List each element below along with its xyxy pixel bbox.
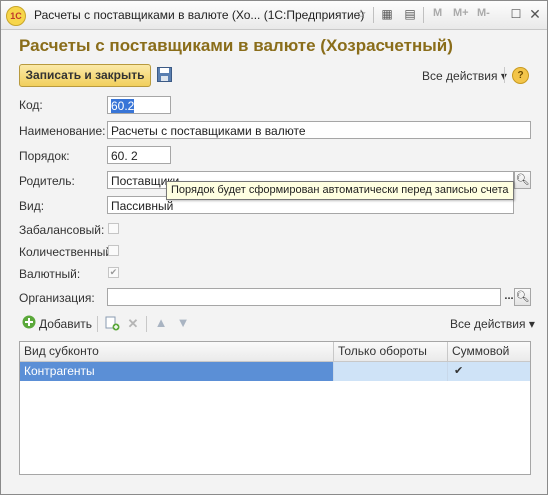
quantitative-label: Количественный:	[19, 245, 116, 259]
code-value: 60.2	[111, 99, 135, 113]
toolbar-divider	[97, 316, 98, 332]
organization-field[interactable]	[107, 288, 501, 306]
row-turnover-cell[interactable]	[334, 362, 448, 381]
name-label: Наименование:	[19, 124, 106, 138]
page-title: Расчеты с поставщиками в валюте (Хозрасч…	[19, 36, 453, 55]
form-content: Расчеты с поставщиками в валюте (Хозрасч…	[1, 30, 547, 494]
name-field[interactable]: Расчеты с поставщиками в валюте	[107, 121, 531, 139]
title-bar: 1С Расчеты с поставщиками в валюте (Хо..…	[1, 1, 547, 30]
toolbar-divider	[146, 316, 147, 332]
order-tooltip: Порядок будет сформирован автоматически …	[166, 181, 514, 200]
organization-search-button[interactable]: 🔍︎	[514, 288, 531, 306]
header-divider	[504, 67, 505, 83]
chevron-down-icon: ▾	[528, 317, 535, 331]
save-disk-icon[interactable]	[157, 67, 172, 82]
column-header-kind[interactable]: Вид субконто	[20, 342, 334, 361]
offbalance-checkbox[interactable]	[108, 223, 119, 234]
save-and-close-button[interactable]: Записать и закрыть	[19, 64, 151, 87]
search-icon: 🔍︎	[515, 174, 530, 186]
copy-icon[interactable]	[104, 316, 120, 332]
offbalance-label: Забалансовый:	[19, 223, 105, 237]
toolbar-divider	[373, 7, 374, 23]
close-icon[interactable]: ✕	[527, 6, 543, 22]
calendar-icon[interactable]: ▤	[402, 6, 418, 22]
table-all-actions-menu[interactable]: Все действия ▾	[450, 317, 535, 331]
add-icon[interactable]	[21, 315, 37, 331]
code-label: Код:	[19, 98, 43, 112]
table-header: Вид субконто Только обороты Суммовой	[20, 342, 530, 362]
all-actions-label: Все действия	[422, 69, 498, 83]
subconto-table: Вид субконто Только обороты Суммовой Кон…	[19, 341, 531, 475]
code-field[interactable]: 60.2	[107, 96, 171, 114]
memory-add-button[interactable]: M+	[453, 7, 469, 19]
currency-checkbox[interactable]: ✔	[108, 267, 119, 278]
kind-label: Вид:	[19, 199, 45, 213]
column-header-turnover[interactable]: Только обороты	[334, 342, 448, 361]
search-icon: 🔍︎	[515, 291, 530, 303]
add-button[interactable]: Добавить	[39, 317, 92, 331]
column-header-sum[interactable]: Суммовой	[448, 342, 530, 361]
favorite-star-icon[interactable]: ☆	[353, 6, 369, 22]
toolbar-divider	[423, 7, 424, 23]
currency-label: Валютный:	[19, 267, 81, 281]
window-title: Расчеты с поставщиками в валюте (Хо... (…	[34, 8, 365, 22]
table-all-actions-label: Все действия	[450, 317, 526, 331]
maximize-icon[interactable]: ☐	[508, 6, 524, 22]
table-row[interactable]: Контрагенты ✔	[20, 362, 530, 381]
row-kind-cell[interactable]: Контрагенты	[20, 362, 334, 381]
parent-label: Родитель:	[19, 174, 75, 188]
help-button[interactable]: ?	[512, 67, 529, 84]
row-sum-cell[interactable]: ✔	[448, 362, 530, 381]
calculator-icon[interactable]: ▦	[379, 6, 395, 22]
all-actions-menu[interactable]: Все действия ▾	[422, 69, 507, 83]
checkmark-icon: ✔	[109, 267, 118, 277]
order-label: Порядок:	[19, 149, 70, 163]
organization-label: Организация:	[19, 291, 95, 305]
move-up-icon[interactable]: ▲	[153, 315, 169, 331]
app-logo-icon[interactable]: 1С	[6, 6, 26, 26]
parent-search-button[interactable]: 🔍︎	[514, 171, 531, 189]
app-window: 1С Расчеты с поставщиками в валюте (Хо..…	[0, 0, 548, 495]
move-down-icon[interactable]: ▼	[175, 315, 191, 331]
order-field[interactable]: 60. 2	[107, 146, 171, 164]
delete-icon[interactable]: ✕	[125, 316, 141, 332]
quantitative-checkbox[interactable]	[108, 245, 119, 256]
memory-subtract-button[interactable]: M-	[477, 7, 490, 19]
memory-store-button[interactable]: M	[433, 7, 442, 19]
